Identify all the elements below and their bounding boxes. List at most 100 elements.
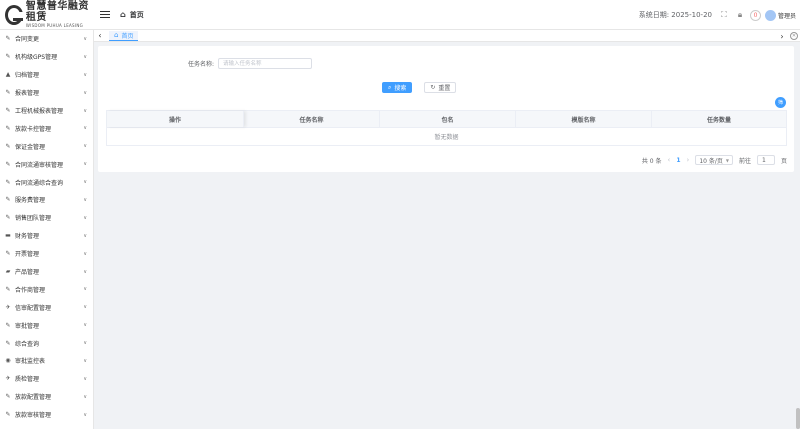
sidebar-item-label: 合作商管理 bbox=[15, 286, 46, 294]
sidebar-item[interactable]: ✎ 工程机械报表管理 ∨ bbox=[0, 102, 93, 120]
wrench-icon: ✈ bbox=[5, 303, 11, 311]
sidebar-item[interactable]: ✎ 合同流通综合查询 ∨ bbox=[0, 173, 93, 191]
page-size-select[interactable]: 10 条/页 ▼ bbox=[695, 155, 733, 165]
chevron-down-icon: ∨ bbox=[83, 35, 87, 42]
sidebar-item[interactable]: ✎ 机构级GPS管理 ∨ bbox=[0, 48, 93, 66]
tab-home-label: 首页 bbox=[121, 32, 134, 40]
edit-icon: ✎ bbox=[5, 35, 11, 43]
column-template-name: 模版名称 bbox=[516, 111, 652, 127]
edit-icon: ✎ bbox=[5, 250, 11, 258]
edit-icon: ✎ bbox=[5, 89, 11, 97]
sidebar-item-label: 机构级GPS管理 bbox=[15, 54, 58, 62]
sidebar-item[interactable]: ✎ 保证金管理 ∨ bbox=[0, 137, 93, 155]
edit-icon: ✎ bbox=[5, 214, 11, 222]
search-form: 任务名称: bbox=[188, 58, 313, 69]
menu-toggle-icon[interactable] bbox=[100, 9, 110, 21]
sidebar-item-label: 综合查询 bbox=[15, 340, 40, 348]
chevron-down-icon: ∨ bbox=[83, 322, 87, 329]
sidebar-item[interactable]: ✎ 放款审核管理 ∨ bbox=[0, 406, 93, 424]
edit-icon: ✎ bbox=[5, 178, 11, 186]
avatar bbox=[764, 9, 776, 21]
edit-icon: ✎ bbox=[5, 411, 11, 419]
chevron-down-icon: ∨ bbox=[83, 179, 87, 186]
sidebar-menu: ✎ 合同变更 ∨ ✎ 机构级GPS管理 ∨ ▲ 归档管理 ∨ ✎ 报表管理 ∨ ✎ 工程机械报表管理 ∨ ✎ 放… bbox=[0, 30, 94, 429]
breadcrumb[interactable]: ⌂ 首页 bbox=[120, 10, 144, 20]
column-operation: 操作 bbox=[107, 111, 244, 127]
company-logo[interactable]: 智慧普华融资租赁 WISDOM PUHUA LEASING bbox=[0, 0, 97, 30]
tabs-scroll-left-icon[interactable]: ‹ bbox=[94, 31, 106, 40]
chevron-down-icon: ∨ bbox=[83, 411, 87, 418]
sidebar-item[interactable]: ✈ 质检管理 ∨ bbox=[0, 370, 93, 388]
sidebar-item[interactable]: ▰ 产品管理 ∨ bbox=[0, 263, 93, 281]
reset-button[interactable]: ↻ 重置 bbox=[424, 82, 457, 93]
chevron-down-icon: ∨ bbox=[83, 232, 87, 239]
user-name: 管理员 bbox=[777, 12, 796, 20]
home-icon: ⌂ bbox=[120, 10, 126, 19]
system-date: 系统日期: 2025-10-20 bbox=[638, 11, 712, 19]
chevron-down-icon: ∨ bbox=[83, 107, 87, 114]
box-icon: ▰ bbox=[5, 268, 11, 276]
sidebar-item[interactable]: ✎ 放款配置管理 ∨ bbox=[0, 388, 93, 406]
sidebar-item[interactable]: ✎ 报表管理 ∨ bbox=[0, 84, 93, 102]
page-suffix: 页 bbox=[780, 157, 787, 165]
page-number[interactable]: 1 bbox=[676, 157, 680, 164]
edit-icon: ✎ bbox=[5, 339, 11, 347]
sidebar-item[interactable]: ✎贷后综合查询∨ bbox=[0, 424, 93, 429]
task-name-input[interactable] bbox=[218, 58, 313, 69]
lock-icon[interactable]: 🔒︎ bbox=[734, 9, 746, 21]
edit-icon: ✎ bbox=[5, 321, 11, 329]
sidebar-item[interactable]: ✎ 放款卡控管理 ∨ bbox=[0, 119, 93, 137]
chevron-down-icon: ∨ bbox=[83, 375, 87, 382]
sidebar-item-label: 质检管理 bbox=[15, 376, 40, 384]
sidebar-item[interactable]: ✎ 综合查询 ∨ bbox=[0, 334, 93, 352]
table-empty-text: 暂无数据 bbox=[434, 134, 459, 141]
top-header: 智慧普华融资租赁 WISDOM PUHUA LEASING ⌂ 首页 系统日期:… bbox=[0, 0, 800, 30]
next-page-icon[interactable]: › bbox=[687, 156, 690, 164]
chevron-down-icon: ∨ bbox=[83, 161, 87, 168]
sidebar-item-label: 开票管理 bbox=[15, 251, 40, 259]
sidebar-item-label: 合同变更 bbox=[15, 36, 40, 44]
edit-icon: ✎ bbox=[5, 124, 11, 132]
notification-badge[interactable]: 0 bbox=[749, 9, 761, 21]
sidebar-item[interactable]: ◉ 审批监控表 ∨ bbox=[0, 352, 93, 370]
chevron-down-icon: ∨ bbox=[83, 393, 87, 400]
sidebar-item[interactable]: ✎ 销售团队管理 ∨ bbox=[0, 209, 93, 227]
sidebar-item[interactable]: ✎ 合作商管理 ∨ bbox=[0, 280, 93, 298]
home-icon: ⌂ bbox=[114, 31, 119, 39]
reset-button-label: 重置 bbox=[438, 85, 451, 92]
edit-icon: ✎ bbox=[5, 107, 11, 114]
close-tabs-icon[interactable]: ✕ bbox=[790, 32, 798, 40]
user-menu[interactable]: 管理员 bbox=[764, 9, 796, 21]
chevron-down-icon: ▼ bbox=[725, 157, 729, 163]
edit-icon: ✎ bbox=[5, 142, 11, 150]
tab-home[interactable]: ⌂ 首页 bbox=[109, 30, 139, 41]
sidebar-item-label: 放款卡控管理 bbox=[15, 125, 52, 133]
chevron-down-icon: ∨ bbox=[83, 89, 87, 96]
fullscreen-icon[interactable]: ⛶ bbox=[718, 9, 730, 21]
sidebar-item[interactable]: ✎ 合同流通审核管理 ∨ bbox=[0, 155, 93, 173]
sidebar-item-label: 销售团队管理 bbox=[15, 215, 52, 223]
filter-toggle-button[interactable]: 筛 bbox=[775, 97, 786, 108]
sidebar-item-label: 财务管理 bbox=[15, 233, 40, 241]
search-button[interactable]: ⌕ 搜索 bbox=[382, 82, 413, 93]
sidebar-item[interactable]: ✎ 合同变更 ∨ bbox=[0, 30, 93, 48]
column-package-name: 包名 bbox=[380, 111, 516, 127]
sidebar-item[interactable]: ▬ 财务管理 ∨ bbox=[0, 227, 93, 245]
goto-page-input[interactable] bbox=[756, 155, 775, 165]
prev-page-icon[interactable]: ‹ bbox=[668, 156, 671, 164]
edit-icon: ✎ bbox=[5, 393, 11, 401]
logo-mark-icon bbox=[5, 4, 23, 25]
chevron-down-icon: ∨ bbox=[83, 214, 87, 221]
page-scrollbar[interactable] bbox=[796, 408, 800, 429]
edit-icon: ✎ bbox=[5, 196, 11, 204]
sidebar-item[interactable]: ▲ 归档管理 ∨ bbox=[0, 66, 93, 84]
sidebar-item[interactable]: ✎ 审批管理 ∨ bbox=[0, 316, 93, 334]
sidebar-item[interactable]: ✈ 信审配置管理 ∨ bbox=[0, 298, 93, 316]
sidebar-item[interactable]: ✎ 服务费管理 ∨ bbox=[0, 191, 93, 209]
chevron-down-icon: ∨ bbox=[83, 268, 87, 275]
sidebar-item[interactable]: ✎ 开票管理 ∨ bbox=[0, 245, 93, 263]
pagination: 共 0 条 ‹ 1 › 10 条/页 ▼ 前往 页 bbox=[636, 155, 787, 165]
column-task-name: 任务名称 bbox=[244, 111, 380, 127]
tabs-scroll-right-icon[interactable]: › bbox=[777, 32, 787, 41]
chevron-down-icon: ∨ bbox=[83, 143, 87, 150]
